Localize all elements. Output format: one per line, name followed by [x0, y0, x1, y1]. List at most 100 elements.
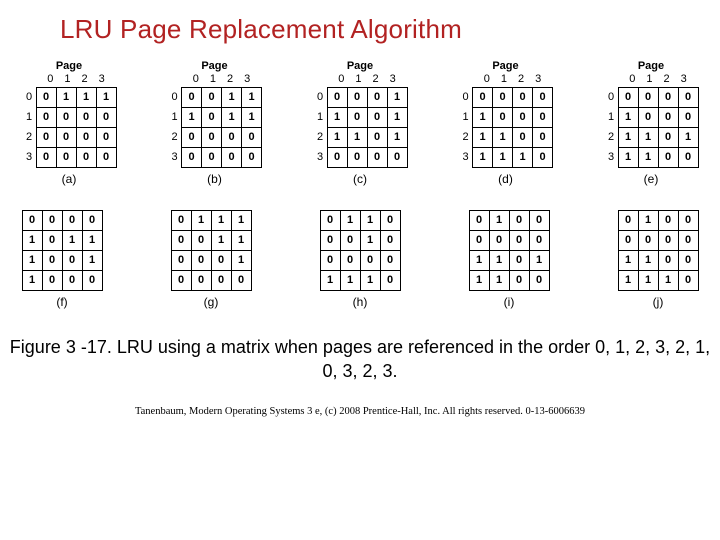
matrix-cell: 0 — [62, 210, 83, 231]
col-headers: 0123 — [179, 73, 251, 85]
matrices-figure: Page012300111100002000030000(a)Page01230… — [0, 53, 720, 309]
matrix-sublabel: (a) — [62, 172, 77, 186]
matrix-cell: 1 — [472, 147, 493, 168]
matrix-cell: 1 — [489, 210, 510, 231]
col-header: 3 — [99, 73, 105, 85]
matrix-cell: 1 — [96, 87, 117, 108]
matrix-cell: 0 — [96, 127, 117, 148]
matrix-cell: 0 — [529, 230, 550, 251]
matrix-cell: 0 — [367, 107, 388, 128]
row-header: 2 — [168, 127, 182, 147]
matrix-cell: 0 — [367, 147, 388, 168]
matrix-cell: 1 — [387, 87, 408, 108]
row-header: 3 — [604, 147, 618, 167]
matrix-cell: 0 — [532, 147, 553, 168]
col-header: 0 — [338, 73, 344, 85]
col-header: 3 — [681, 73, 687, 85]
matrix-cell: 0 — [347, 87, 368, 108]
matrix-cell: 1 — [387, 107, 408, 128]
row-header: 3 — [313, 147, 327, 167]
matrix-cell: 1 — [327, 107, 348, 128]
matrix-cell: 1 — [678, 127, 699, 148]
matrix-cell: 1 — [221, 87, 242, 108]
matrix-cell: 0 — [42, 210, 63, 231]
col-header: 2 — [227, 73, 233, 85]
matrix-cell: 0 — [201, 147, 222, 168]
matrix-cell: 0 — [472, 87, 493, 108]
col-headers: 0123 — [470, 73, 542, 85]
row-header: 0 — [168, 87, 182, 107]
col-header: 0 — [484, 73, 490, 85]
col-header: 2 — [518, 73, 524, 85]
matrix-block: 0111001100010000(g) — [171, 210, 251, 309]
row-header: 1 — [168, 107, 182, 127]
matrix-cell: 1 — [211, 230, 232, 251]
matrix-cell: 0 — [76, 107, 97, 128]
col-header: 1 — [646, 73, 652, 85]
matrix-cell: 0 — [191, 270, 212, 291]
matrix-cell: 0 — [618, 210, 639, 231]
matrix-block: 0100000011011100(i) — [469, 210, 549, 309]
matrix-cell: 0 — [62, 250, 83, 271]
matrix-cell: 0 — [42, 230, 63, 251]
col-header: 3 — [535, 73, 541, 85]
matrix-cell: 0 — [171, 250, 192, 271]
matrix-cell: 0 — [678, 147, 699, 168]
matrix-cell: 0 — [221, 147, 242, 168]
matrix-cell: 0 — [638, 230, 659, 251]
row-header: 1 — [604, 107, 618, 127]
matrix-cell: 0 — [658, 147, 679, 168]
matrix-cell: 0 — [191, 230, 212, 251]
matrix-cell: 0 — [509, 250, 530, 271]
matrix-cell: 0 — [171, 270, 192, 291]
matrix-cell: 1 — [191, 210, 212, 231]
col-header: 0 — [193, 73, 199, 85]
matrix-cell: 0 — [340, 250, 361, 271]
matrix-cell: 0 — [618, 87, 639, 108]
page-label: Page — [347, 61, 373, 72]
matrix-cell: 0 — [658, 127, 679, 148]
matrix-cell: 0 — [201, 127, 222, 148]
matrix-sublabel: (f) — [56, 295, 67, 309]
col-header: 1 — [355, 73, 361, 85]
matrix-grid: 00011110112000030000 — [168, 87, 262, 167]
page-label: Page — [201, 61, 227, 72]
matrix-cell: 1 — [231, 230, 252, 251]
matrix-cell: 0 — [387, 147, 408, 168]
matrix-cell: 1 — [492, 127, 513, 148]
matrix-sublabel: (j) — [653, 295, 664, 309]
matrix-cell: 1 — [492, 147, 513, 168]
matrix-cell: 0 — [96, 147, 117, 168]
matrix-cell: 0 — [327, 147, 348, 168]
matrix-cell: 0 — [201, 87, 222, 108]
matrix-block: Page012300111100002000030000(a) — [22, 61, 116, 186]
row-header: 0 — [604, 87, 618, 107]
matrix-cell: 0 — [492, 107, 513, 128]
matrix-cell: 1 — [231, 250, 252, 271]
matrix-grid: 00001110012110130000 — [313, 87, 407, 167]
matrix-block: Page012300001110012110130000(c) — [313, 61, 407, 186]
copyright-footer: Tanenbaum, Modern Operating Systems 3 e,… — [0, 384, 720, 417]
matrix-cell: 0 — [512, 127, 533, 148]
matrix-grid: 0000101110011000 — [22, 210, 102, 290]
matrix-cell: 1 — [340, 270, 361, 291]
matrix-cell: 1 — [62, 230, 83, 251]
col-header: 3 — [390, 73, 396, 85]
matrix-cell: 0 — [231, 270, 252, 291]
matrix-cell: 1 — [638, 210, 659, 231]
matrix-cell: 1 — [56, 87, 77, 108]
matrix-sublabel: (i) — [504, 295, 515, 309]
matrix-row-top: Page012300111100002000030000(a)Page01230… — [22, 61, 698, 186]
matrix-cell: 1 — [22, 230, 43, 251]
matrix-cell: 1 — [638, 250, 659, 271]
matrix-cell: 1 — [221, 107, 242, 128]
matrix-cell: 0 — [211, 250, 232, 271]
matrix-sublabel: (h) — [353, 295, 368, 309]
matrix-cell: 0 — [347, 107, 368, 128]
matrix-cell: 0 — [82, 270, 103, 291]
col-header: 0 — [47, 73, 53, 85]
matrix-cell: 0 — [678, 87, 699, 108]
matrix-cell: 0 — [181, 147, 202, 168]
col-header: 1 — [210, 73, 216, 85]
matrix-cell: 1 — [231, 210, 252, 231]
